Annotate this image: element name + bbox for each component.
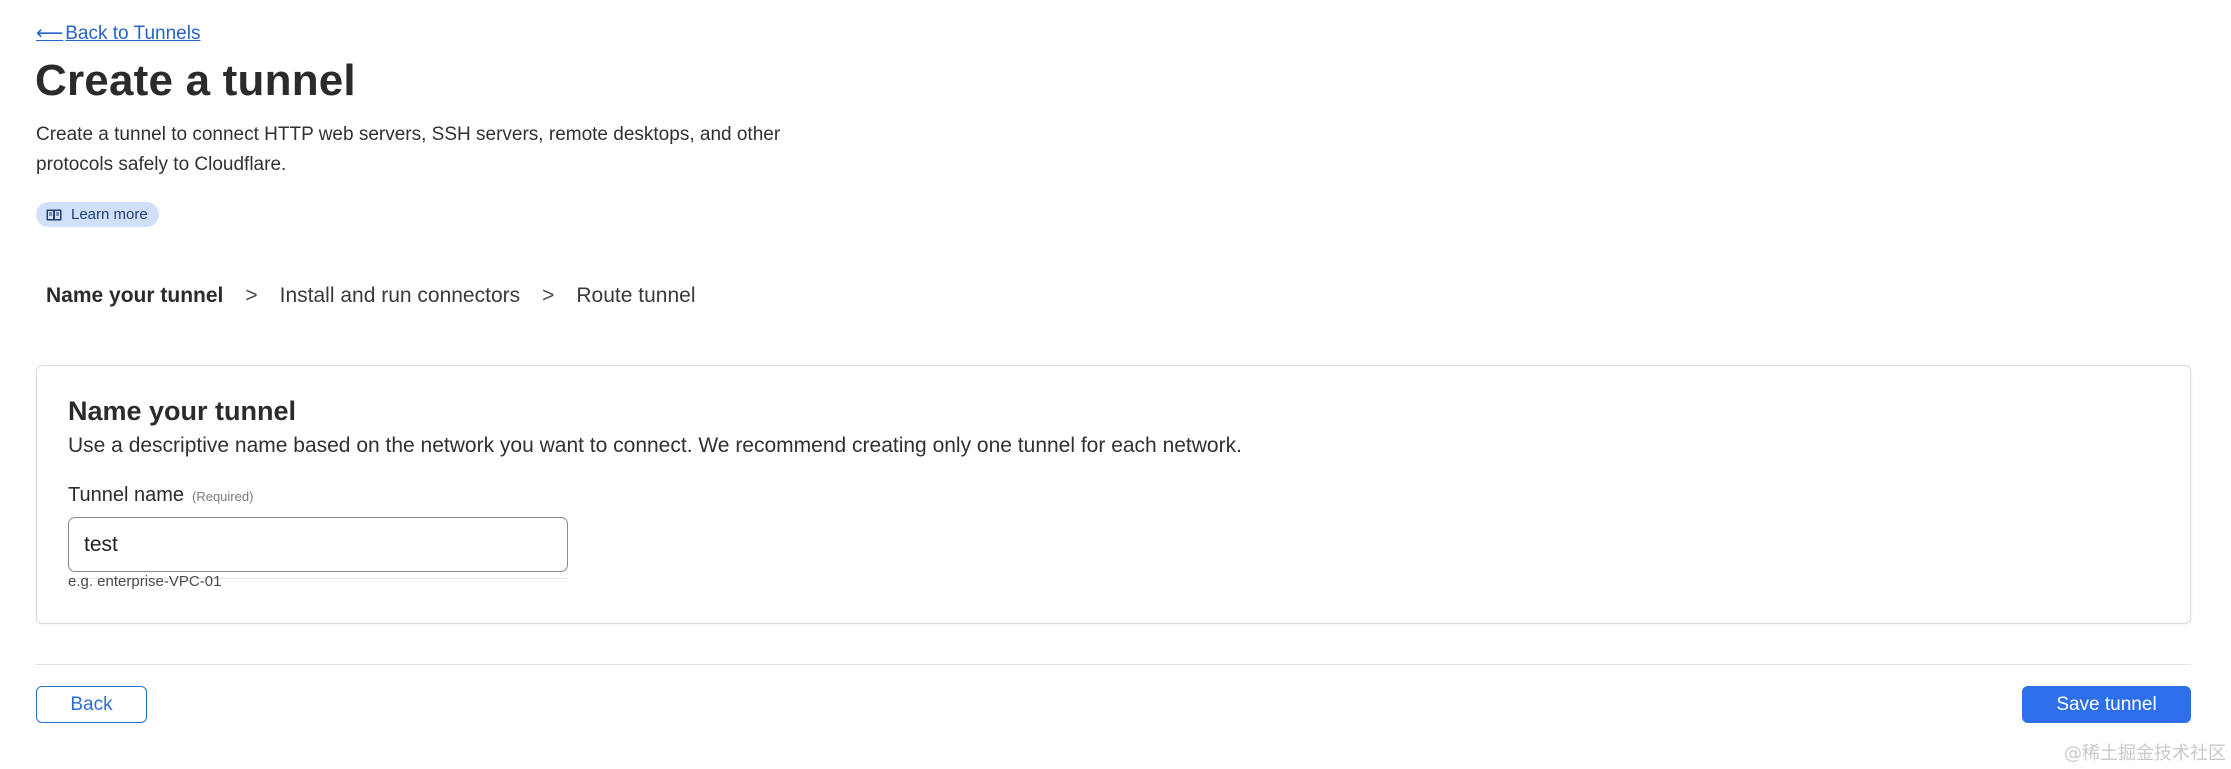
name-tunnel-card: Name your tunnel Use a descriptive name … — [36, 365, 2191, 624]
card-title: Name your tunnel — [68, 396, 297, 426]
required-indicator: (Required) — [192, 489, 254, 504]
page-description: Create a tunnel to connect HTTP web serv… — [36, 124, 781, 175]
card-description: Use a descriptive name based on the netw… — [68, 434, 1242, 457]
book-icon — [46, 209, 62, 221]
back-to-tunnels-link[interactable]: ⟵ Back to Tunnels — [36, 22, 200, 45]
step-route-tunnel: Route tunnel — [576, 284, 696, 307]
learn-more-label: Learn more — [71, 206, 148, 223]
page-title: Create a tunnel — [35, 56, 356, 105]
tunnel-name-label: Tunnel name (Required) — [68, 484, 253, 507]
step-separator: > — [245, 284, 258, 307]
back-to-tunnels-label: Back to Tunnels — [65, 22, 201, 44]
step-separator: > — [542, 284, 555, 307]
step-install-connectors: Install and run connectors — [279, 284, 521, 307]
watermark: @稀土掘金技术社区 — [2064, 743, 2226, 764]
step-breadcrumb: Name your tunnel > Install and run conne… — [46, 284, 695, 308]
step-name-tunnel: Name your tunnel — [46, 284, 224, 307]
save-tunnel-button[interactable]: Save tunnel — [2022, 686, 2191, 723]
tunnel-name-hint: e.g. enterprise-VPC-01 — [68, 573, 222, 590]
tunnel-name-label-text: Tunnel name — [68, 484, 184, 506]
footer-divider — [36, 664, 2191, 665]
tunnel-name-input[interactable] — [68, 517, 568, 572]
learn-more-button[interactable]: Learn more — [36, 202, 159, 227]
left-arrow-icon: ⟵ — [36, 23, 64, 44]
back-button[interactable]: Back — [36, 686, 147, 723]
